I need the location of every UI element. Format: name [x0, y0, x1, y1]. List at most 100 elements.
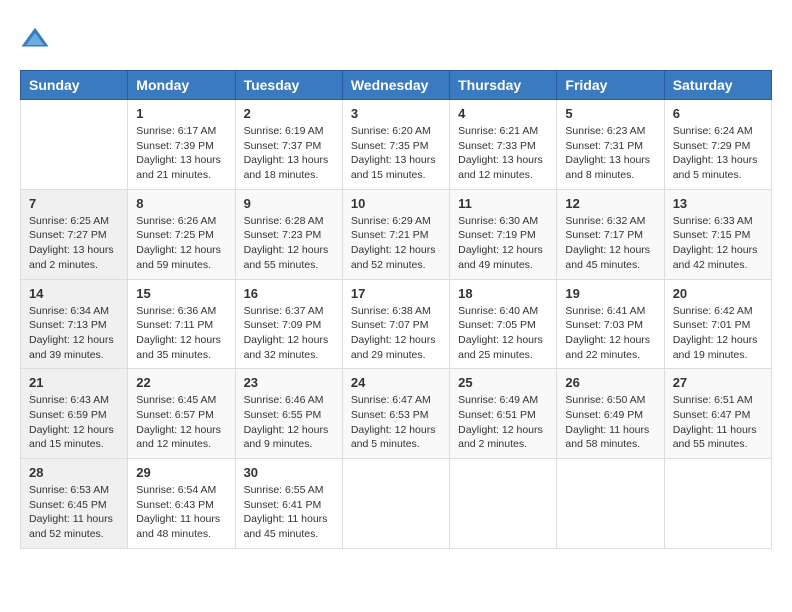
day-number: 30 [244, 465, 334, 480]
day-number: 10 [351, 196, 441, 211]
calendar-cell: 10 Sunrise: 6:29 AMSunset: 7:21 PMDayligh… [342, 189, 449, 279]
day-number: 12 [565, 196, 655, 211]
day-number: 6 [673, 106, 763, 121]
calendar-cell: 26 Sunrise: 6:50 AMSunset: 6:49 PMDayligh… [557, 369, 664, 459]
day-number: 20 [673, 286, 763, 301]
day-header-tuesday: Tuesday [235, 71, 342, 100]
day-info: Sunrise: 6:46 AMSunset: 6:55 PMDaylight:… [244, 393, 334, 452]
calendar-cell: 19 Sunrise: 6:41 AMSunset: 7:03 PMDayligh… [557, 279, 664, 369]
calendar-cell [664, 459, 771, 549]
day-header-sunday: Sunday [21, 71, 128, 100]
day-number: 13 [673, 196, 763, 211]
day-info: Sunrise: 6:50 AMSunset: 6:49 PMDaylight:… [565, 393, 655, 452]
calendar-cell: 1 Sunrise: 6:17 AMSunset: 7:39 PMDaylight… [128, 100, 235, 190]
week-row-1: 1 Sunrise: 6:17 AMSunset: 7:39 PMDaylight… [21, 100, 772, 190]
day-header-saturday: Saturday [664, 71, 771, 100]
day-number: 14 [29, 286, 119, 301]
day-number: 24 [351, 375, 441, 390]
day-number: 1 [136, 106, 226, 121]
day-number: 4 [458, 106, 548, 121]
calendar-cell: 27 Sunrise: 6:51 AMSunset: 6:47 PMDayligh… [664, 369, 771, 459]
day-info: Sunrise: 6:17 AMSunset: 7:39 PMDaylight:… [136, 124, 226, 183]
calendar-cell: 11 Sunrise: 6:30 AMSunset: 7:19 PMDayligh… [450, 189, 557, 279]
day-info: Sunrise: 6:41 AMSunset: 7:03 PMDaylight:… [565, 304, 655, 363]
calendar-cell: 8 Sunrise: 6:26 AMSunset: 7:25 PMDaylight… [128, 189, 235, 279]
day-info: Sunrise: 6:43 AMSunset: 6:59 PMDaylight:… [29, 393, 119, 452]
day-number: 22 [136, 375, 226, 390]
day-info: Sunrise: 6:20 AMSunset: 7:35 PMDaylight:… [351, 124, 441, 183]
week-row-3: 14 Sunrise: 6:34 AMSunset: 7:13 PMDayligh… [21, 279, 772, 369]
day-number: 28 [29, 465, 119, 480]
calendar-cell: 25 Sunrise: 6:49 AMSunset: 6:51 PMDayligh… [450, 369, 557, 459]
calendar-cell: 28 Sunrise: 6:53 AMSunset: 6:45 PMDayligh… [21, 459, 128, 549]
calendar-cell: 16 Sunrise: 6:37 AMSunset: 7:09 PMDayligh… [235, 279, 342, 369]
day-header-thursday: Thursday [450, 71, 557, 100]
calendar-cell: 15 Sunrise: 6:36 AMSunset: 7:11 PMDayligh… [128, 279, 235, 369]
day-number: 27 [673, 375, 763, 390]
calendar-cell: 13 Sunrise: 6:33 AMSunset: 7:15 PMDayligh… [664, 189, 771, 279]
calendar-cell: 6Sunrise: 6:24 AMSunset: 7:29 PMDaylight… [664, 100, 771, 190]
day-info: Sunrise: 6:28 AMSunset: 7:23 PMDaylight:… [244, 214, 334, 273]
day-number: 5 [565, 106, 655, 121]
day-header-wednesday: Wednesday [342, 71, 449, 100]
calendar-table: SundayMondayTuesdayWednesdayThursdayFrid… [20, 70, 772, 549]
day-info: Sunrise: 6:25 AMSunset: 7:27 PMDaylight:… [29, 214, 119, 273]
day-number: 29 [136, 465, 226, 480]
calendar-cell: 7 Sunrise: 6:25 AMSunset: 7:27 PMDaylight… [21, 189, 128, 279]
day-number: 23 [244, 375, 334, 390]
calendar-cell: 4 Sunrise: 6:21 AMSunset: 7:33 PMDaylight… [450, 100, 557, 190]
calendar-cell [21, 100, 128, 190]
day-info: Sunrise: 6:36 AMSunset: 7:11 PMDaylight:… [136, 304, 226, 363]
day-number: 17 [351, 286, 441, 301]
calendar-cell: 21Sunrise: 6:43 AMSunset: 6:59 PMDayligh… [21, 369, 128, 459]
week-row-2: 7 Sunrise: 6:25 AMSunset: 7:27 PMDaylight… [21, 189, 772, 279]
day-info: Sunrise: 6:32 AMSunset: 7:17 PMDaylight:… [565, 214, 655, 273]
day-info: Sunrise: 6:55 AMSunset: 6:41 PMDaylight:… [244, 483, 334, 542]
day-number: 11 [458, 196, 548, 211]
calendar-cell: 30 Sunrise: 6:55 AMSunset: 6:41 PMDayligh… [235, 459, 342, 549]
calendar-cell: 22 Sunrise: 6:45 AMSunset: 6:57 PMDayligh… [128, 369, 235, 459]
day-info: Sunrise: 6:47 AMSunset: 6:53 PMDaylight:… [351, 393, 441, 452]
day-number: 16 [244, 286, 334, 301]
day-info: Sunrise: 6:29 AMSunset: 7:21 PMDaylight:… [351, 214, 441, 273]
day-info: Sunrise: 6:34 AMSunset: 7:13 PMDaylight:… [29, 304, 119, 363]
page-header [20, 20, 772, 54]
calendar-header-row: SundayMondayTuesdayWednesdayThursdayFrid… [21, 71, 772, 100]
calendar-cell: 9 Sunrise: 6:28 AMSunset: 7:23 PMDaylight… [235, 189, 342, 279]
day-number: 8 [136, 196, 226, 211]
day-header-monday: Monday [128, 71, 235, 100]
calendar-cell: 29Sunrise: 6:54 AMSunset: 6:43 PMDayligh… [128, 459, 235, 549]
day-info: Sunrise: 6:38 AMSunset: 7:07 PMDaylight:… [351, 304, 441, 363]
day-info: Sunrise: 6:37 AMSunset: 7:09 PMDaylight:… [244, 304, 334, 363]
day-number: 25 [458, 375, 548, 390]
logo-icon [20, 24, 50, 54]
day-number: 2 [244, 106, 334, 121]
day-info: Sunrise: 6:26 AMSunset: 7:25 PMDaylight:… [136, 214, 226, 273]
day-number: 19 [565, 286, 655, 301]
day-number: 9 [244, 196, 334, 211]
day-info: Sunrise: 6:19 AMSunset: 7:37 PMDaylight:… [244, 124, 334, 183]
calendar-cell: 2 Sunrise: 6:19 AMSunset: 7:37 PMDaylight… [235, 100, 342, 190]
day-info: Sunrise: 6:42 AMSunset: 7:01 PMDaylight:… [673, 304, 763, 363]
calendar-cell [450, 459, 557, 549]
day-info: Sunrise: 6:33 AMSunset: 7:15 PMDaylight:… [673, 214, 763, 273]
week-row-4: 21Sunrise: 6:43 AMSunset: 6:59 PMDayligh… [21, 369, 772, 459]
day-number: 26 [565, 375, 655, 390]
day-info: Sunrise: 6:30 AMSunset: 7:19 PMDaylight:… [458, 214, 548, 273]
week-row-5: 28 Sunrise: 6:53 AMSunset: 6:45 PMDayligh… [21, 459, 772, 549]
day-header-friday: Friday [557, 71, 664, 100]
calendar-cell: 17 Sunrise: 6:38 AMSunset: 7:07 PMDayligh… [342, 279, 449, 369]
day-number: 15 [136, 286, 226, 301]
day-info: Sunrise: 6:51 AMSunset: 6:47 PMDaylight:… [673, 393, 763, 452]
day-number: 3 [351, 106, 441, 121]
calendar-cell [342, 459, 449, 549]
day-number: 7 [29, 196, 119, 211]
day-info: Sunrise: 6:45 AMSunset: 6:57 PMDaylight:… [136, 393, 226, 452]
calendar-cell: 24 Sunrise: 6:47 AMSunset: 6:53 PMDayligh… [342, 369, 449, 459]
calendar-cell: 12 Sunrise: 6:32 AMSunset: 7:17 PMDayligh… [557, 189, 664, 279]
calendar-cell: 23 Sunrise: 6:46 AMSunset: 6:55 PMDayligh… [235, 369, 342, 459]
day-info: Sunrise: 6:53 AMSunset: 6:45 PMDaylight:… [29, 483, 119, 542]
day-info: Sunrise: 6:21 AMSunset: 7:33 PMDaylight:… [458, 124, 548, 183]
day-info: Sunrise: 6:40 AMSunset: 7:05 PMDaylight:… [458, 304, 548, 363]
day-info: Sunrise: 6:49 AMSunset: 6:51 PMDaylight:… [458, 393, 548, 452]
